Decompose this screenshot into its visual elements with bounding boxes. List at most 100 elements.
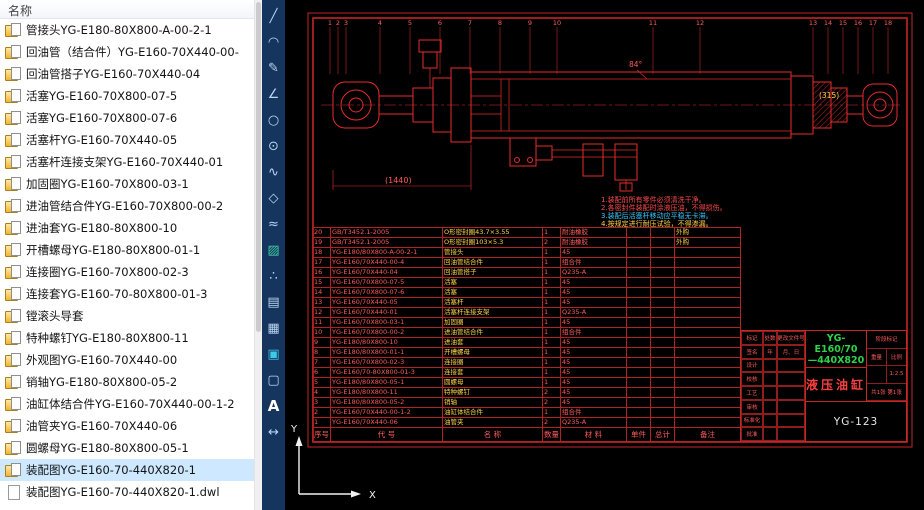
file-list-item[interactable]: 活塞YG-E160-70X800-07-5 [0,85,254,107]
file-list-item[interactable]: 加固圈YG-E160-70X800-03-1 [0,173,254,195]
title-block-cell [777,372,805,386]
point-tool[interactable]: ∴ [263,263,284,289]
title-block: 标记处数更改文件号签名年月、日设计校核工艺审核标准化批准 YG-E160/70 … [740,330,907,442]
file-name-label: 回油管搭子YG-E160-70X440-04 [26,66,200,82]
bom-row: 5YG-E180/80X800-05-1圆螺母145 [313,378,741,388]
drawing-canvas[interactable]: (1440) (315) 84° 12345678910111213141516… [285,0,924,510]
line-tool[interactable]: ╱ [263,3,284,29]
file-list-item[interactable]: 活塞杆YG-E160-70X440-05 [0,129,254,151]
cad-document-icon [5,89,21,103]
title-block-cell [763,414,777,428]
bom-row: 20GB/T3452.1-2005O形密封圈43.7×3.551耐油橡胶外购 [313,228,741,238]
cad-document-icon [5,23,21,37]
file-list-item[interactable]: 圆螺母YG-E180-80X800-05-1 [0,437,254,459]
title-block-cell: 审核 [741,400,763,414]
title-block-cell: 标记 [741,331,763,345]
cad-document-icon [5,309,21,323]
balloon-number: 17 [869,19,877,27]
cad-document-icon [5,111,21,125]
balloon-number: 11 [649,19,657,27]
drawing-number: YG-E160/70 —440X820 [806,331,866,368]
bom-row: 2YG-E160/70X440-00-1-2油缸体结合件1组合件 [313,408,741,418]
balloon-number: 15 [839,19,847,27]
cad-document-icon [5,441,21,455]
balloon-number: 8 [498,19,502,27]
file-list-item[interactable]: 回油管搭子YG-E160-70X440-04 [0,63,254,85]
title-block-revision-grid: 标记处数更改文件号签名年月、日设计校核工艺审核标准化批准 [741,331,806,441]
title-block-cell: 工艺 [741,386,763,400]
file-name-label: 镗滚头导套 [26,308,84,324]
freehand-curve-tool[interactable]: ≈ [263,211,284,237]
file-list-item[interactable]: 活塞YG-E160-70X800-07-6 [0,107,254,129]
pen-tool[interactable]: ✎ [263,55,284,81]
title-block-cell: 更改文件号 [777,331,805,345]
bom-row: 15YG-E160/70X800-07-5活塞145 [313,278,741,288]
title-block-cell [777,386,805,400]
hatch-tool[interactable]: ▨ [263,237,284,263]
title-block-cell: 设计 [741,359,763,373]
file-list-item[interactable]: 管接头YG-E180-80X800-A-00-2-1 [0,19,254,41]
file-list-item[interactable]: 开槽螺母YG-E180-80X800-01-1 [0,239,254,261]
file-name-label: 管接头YG-E180-80X800-A-00-2-1 [26,22,212,38]
cad-app-window: 名称 管接头YG-E180-80X800-A-00-2-1 回油管（结合件）YG-… [0,0,924,510]
drawing-number-line2: —440X820 [806,355,866,366]
pattern-fill-tool[interactable]: ▤ [263,289,284,315]
polyline-tool[interactable]: ∠ [263,81,284,107]
region-tool[interactable]: ▢ [263,367,284,393]
cad-document-icon [5,67,21,81]
grid-tool[interactable]: ▦ [263,315,284,341]
text-tool[interactable]: A [263,393,284,419]
cad-document-icon [5,353,21,367]
circle-tool[interactable]: ○ [263,107,284,133]
name-column-header[interactable]: 名称 [0,0,254,19]
file-list-item[interactable]: 特种螺钉YG-E180-80X800-11 [0,327,254,349]
bom-row: 4YG-E180/80X800-11特种螺钉245 [313,388,741,398]
balloon-number: 10 [553,19,561,27]
balloon-number: 12 [696,19,704,27]
file-name-label: 销轴YG-E180-80X800-05-2 [26,374,177,390]
title-block-cell: 标准化 [741,414,763,428]
arc-tool[interactable]: ◠ [263,29,284,55]
title-block-cell [777,359,805,373]
dimension-tool[interactable]: ↔ [263,419,284,445]
bom-row: 10YG-E160/70X800-00-2进油管结合件1组合件 [313,328,741,338]
file-list-item[interactable]: 镗滚头导套 [0,305,254,327]
file-list-item[interactable]: 装配图YG-E160-70-440X820-1 [0,459,254,481]
file-list-item[interactable]: 销轴YG-E180-80X800-05-2 [0,371,254,393]
cad-document-icon [5,375,21,389]
file-name-label: 开槽螺母YG-E180-80X800-01-1 [26,242,200,258]
file-panel-scrollbar[interactable] [254,0,262,510]
sheet-info: 共1张 第1张 [867,384,906,402]
file-list-item[interactable]: 活塞杆连接支架YG-E160-70X440-01 [0,151,254,173]
weight-label: 重量 [867,349,886,366]
file-name-label: 进油套YG-E180-80X800-10 [26,220,177,236]
file-name-label: 装配图YG-E160-70-440X820-1.dwl [26,484,220,500]
file-list-item[interactable]: 进油套YG-E180-80X800-10 [0,217,254,239]
polygon-tool[interactable]: ◇ [263,185,284,211]
file-list-item[interactable]: 外观图YG-E160-70X440-00 [0,349,254,371]
scrollbar-thumb[interactable] [256,2,261,332]
bom-row: 17YG-E160/70X440-00-4回油管结合件1组合件 [313,258,741,268]
file-name-label: 进油管结合件YG-E160-70X800-00-2 [26,198,223,214]
bom-row: 11YG-E160/70X800-03-1加固圈145 [313,318,741,328]
weight-value [867,366,886,383]
file-list-item[interactable]: 进油管结合件YG-E160-70X800-00-2 [0,195,254,217]
title-block-cell: 年 [763,345,777,359]
spline-tool[interactable]: ∿ [263,159,284,185]
title-block-cell [763,372,777,386]
block-tool[interactable]: ▣ [263,341,284,367]
file-list-item[interactable]: 油缸体结合件YG-E160-70X440-00-1-2 [0,393,254,415]
file-list-item[interactable]: 连接套YG-E160-70-80X800-01-3 [0,283,254,305]
file-list-item[interactable]: 装配图YG-E160-70-440X820-1.dwl [0,481,254,503]
title-block-cell: 处数 [763,331,777,345]
cylinder-assembly-drawing [321,40,903,191]
ellipse-tool[interactable]: ⊙ [263,133,284,159]
balloon-number: 14 [824,19,832,27]
file-list-item[interactable]: 回油管（结合件）YG-E160-70X440-00- [0,41,254,63]
bom-row: 7YG-E160/70X800-02-3连接圈145 [313,358,741,368]
file-list-item[interactable]: 连接圈YG-E160-70X800-02-3 [0,261,254,283]
scale-label: 比例 [886,349,906,366]
file-list-item[interactable]: 油管夹YG-E160-70X440-06 [0,415,254,437]
dim-stroke: (315) [819,91,839,100]
cad-document-icon [5,199,21,213]
